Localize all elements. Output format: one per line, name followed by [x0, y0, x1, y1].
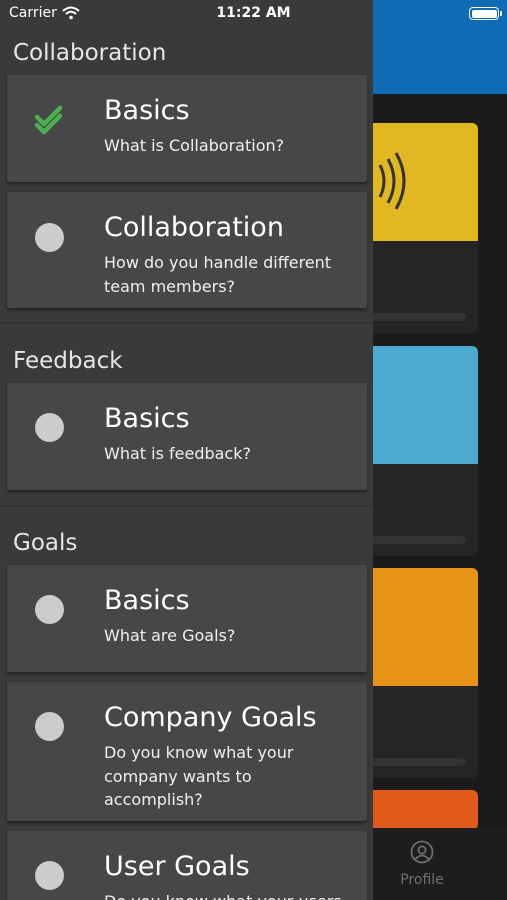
- profile-icon: [410, 840, 434, 864]
- section-divider: [0, 505, 373, 507]
- lesson-subtitle: Do you know what your users: [104, 890, 364, 900]
- lesson-card-collaboration-basics[interactable]: Basics What is Collaboration?: [7, 75, 367, 182]
- section-divider: [0, 322, 373, 324]
- lesson-subtitle: What is Collaboration?: [104, 136, 285, 155]
- progress-bar: [360, 536, 466, 544]
- lesson-card-user-goals[interactable]: User Goals Do you know what your users: [7, 831, 367, 900]
- lesson-card-collaboration[interactable]: Collaboration How do you handle differen…: [7, 192, 367, 308]
- section-title-goals: Goals: [13, 530, 78, 556]
- double-check-icon: [34, 105, 63, 135]
- lesson-title: Basics: [104, 403, 190, 434]
- lesson-card-company-goals[interactable]: Company Goals Do you know what your comp…: [7, 682, 367, 821]
- status-bar: Carrier 11:22 AM: [0, 0, 507, 28]
- incomplete-indicator: [35, 413, 64, 442]
- lesson-card-goals-basics[interactable]: Basics What are Goals?: [7, 565, 367, 672]
- lesson-card-feedback-basics[interactable]: Basics What is feedback?: [7, 383, 367, 490]
- tab-profile[interactable]: Profile: [392, 840, 452, 888]
- incomplete-indicator: [35, 861, 64, 890]
- lesson-subtitle: Do you know what your company wants to a…: [104, 743, 294, 809]
- screen: Profile Carrier 11:22 AM Collaboration B…: [0, 0, 507, 900]
- lesson-title: User Goals: [104, 851, 250, 882]
- lesson-title: Collaboration: [104, 212, 284, 243]
- lesson-title: Company Goals: [104, 702, 317, 733]
- lesson-title: Basics: [104, 95, 190, 126]
- section-title-feedback: Feedback: [13, 348, 123, 374]
- incomplete-indicator: [35, 595, 64, 624]
- incomplete-indicator: [35, 223, 64, 252]
- tab-profile-label: Profile: [400, 872, 444, 888]
- progress-bar: [360, 313, 466, 321]
- lesson-subtitle: What are Goals?: [104, 626, 236, 645]
- lesson-subtitle: What is feedback?: [104, 444, 251, 463]
- lesson-drawer: Collaboration Basics What is Collaborati…: [0, 0, 373, 900]
- battery-icon: [469, 7, 502, 20]
- status-time: 11:22 AM: [216, 5, 291, 21]
- incomplete-indicator: [35, 712, 64, 741]
- section-title-collaboration: Collaboration: [13, 40, 167, 66]
- progress-bar: [360, 758, 466, 766]
- lesson-title: Basics: [104, 585, 190, 616]
- lesson-subtitle: How do you handle different team members…: [104, 253, 332, 296]
